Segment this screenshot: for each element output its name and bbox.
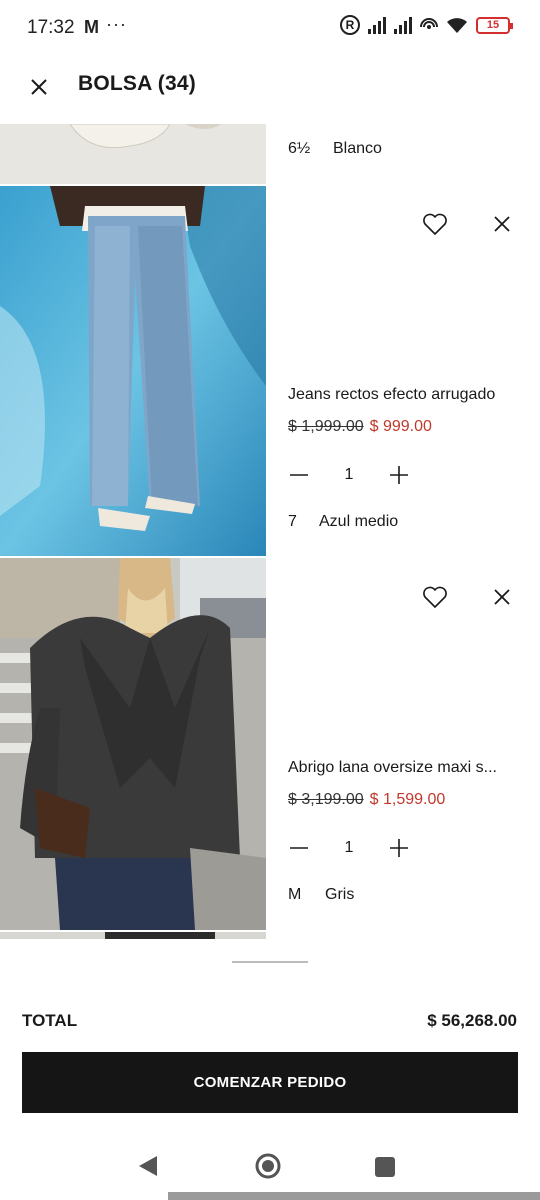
product-price: $ 3,199.00 $ 1,599.00 <box>288 791 445 809</box>
close-icon[interactable] <box>24 72 54 102</box>
remove-item-icon[interactable] <box>487 209 517 239</box>
status-bar: 17:32 M ··· R 15 <box>0 0 540 56</box>
wifi-icon <box>447 18 467 33</box>
battery-icon: 15 <box>476 16 513 34</box>
status-time: 17:32 <box>27 17 75 38</box>
sale-price: $ 1,599.00 <box>369 791 446 808</box>
status-icons: R 15 <box>340 15 513 35</box>
gmail-notification-icon: M <box>84 17 99 37</box>
increase-quantity-button[interactable] <box>388 464 410 486</box>
item-size: M <box>288 886 302 903</box>
item-color: Blanco <box>333 140 382 157</box>
item-size: 6½ <box>288 140 311 157</box>
wishlist-heart-icon[interactable] <box>420 209 450 239</box>
signal-icon-2 <box>394 16 412 34</box>
sale-price: $ 999.00 <box>369 418 432 435</box>
total-value: $ 56,268.00 <box>427 1011 517 1030</box>
decrease-quantity-button[interactable] <box>288 837 310 859</box>
quantity-value: 1 <box>344 466 354 483</box>
cart-item-list[interactable]: 6½ Blanco Jeans rectos efecto arrugado $… <box>0 124 540 939</box>
scroll-indicator <box>232 961 308 963</box>
original-price: $ 3,199.00 <box>288 791 364 808</box>
back-icon[interactable] <box>137 1154 159 1178</box>
item-color: Azul medio <box>319 513 399 530</box>
product-thumbnail-coat[interactable] <box>0 558 266 930</box>
system-navigation-bar <box>0 1130 540 1200</box>
hotspot-icon <box>420 18 438 29</box>
signal-icon <box>368 16 386 34</box>
product-thumbnail-next[interactable] <box>0 932 266 939</box>
increase-quantity-button[interactable] <box>388 837 410 859</box>
recent-apps-icon[interactable] <box>374 1156 396 1178</box>
original-price: $ 1,999.00 <box>288 418 364 435</box>
quantity-stepper: 1 <box>288 464 410 486</box>
gesture-handle <box>168 1192 540 1200</box>
app-header: BOLSA (34) <box>0 56 540 116</box>
home-icon[interactable] <box>254 1152 282 1180</box>
product-name[interactable]: Abrigo lana oversize maxi s... <box>288 759 497 777</box>
total-label: TOTAL <box>22 1011 78 1030</box>
page-title: BOLSA (34) <box>78 72 196 95</box>
quantity-stepper: 1 <box>288 837 410 859</box>
more-notifications-icon: ··· <box>106 14 127 34</box>
product-price: $ 1,999.00 $ 999.00 <box>288 418 432 436</box>
item-color: Gris <box>325 886 355 903</box>
product-thumbnail-jeans[interactable] <box>0 186 266 556</box>
registered-icon: R <box>340 15 360 35</box>
decrease-quantity-button[interactable] <box>288 464 310 486</box>
checkout-button[interactable]: COMENZAR PEDIDO <box>22 1052 518 1113</box>
item-size: 7 <box>288 513 297 530</box>
quantity-value: 1 <box>344 839 354 856</box>
product-thumbnail-sneakers[interactable] <box>0 124 266 184</box>
product-name[interactable]: Jeans rectos efecto arrugado <box>288 386 495 404</box>
wishlist-heart-icon[interactable] <box>420 582 450 612</box>
remove-item-icon[interactable] <box>487 582 517 612</box>
